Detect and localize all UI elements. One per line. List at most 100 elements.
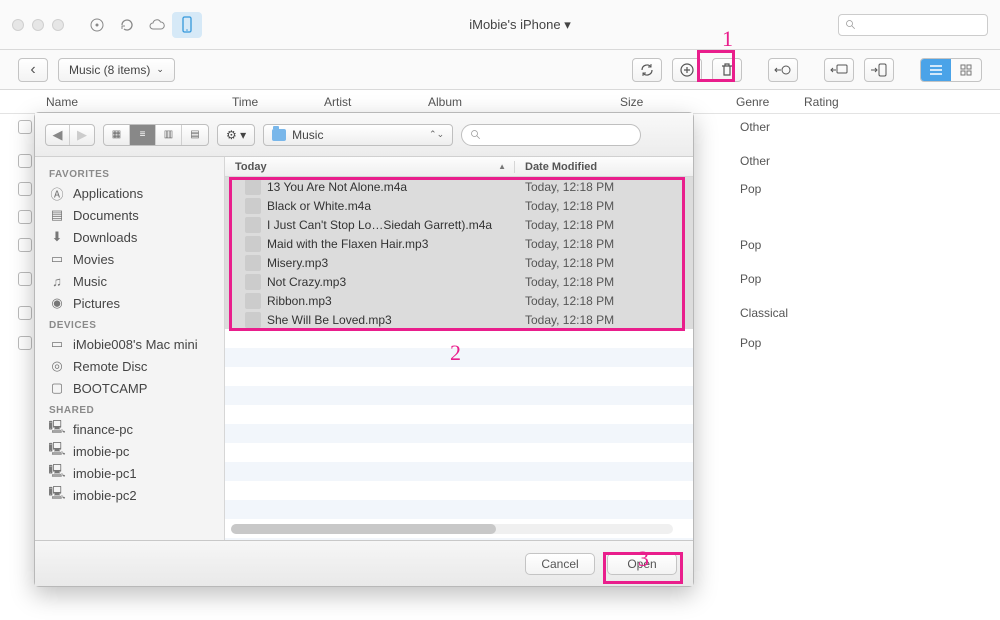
file-name: Ribbon.mp3: [267, 294, 515, 308]
picker-list-view[interactable]: ≡: [130, 125, 156, 145]
col-rating[interactable]: Rating: [804, 95, 1000, 109]
sidebar-item[interactable]: ▭iMobie008's Mac mini: [35, 333, 224, 355]
empty-row: [225, 424, 693, 443]
row-checkbox[interactable]: [18, 154, 32, 168]
list-view-button[interactable]: [921, 59, 951, 81]
file-row[interactable]: Misery.mp3Today, 12:18 PM: [225, 253, 693, 272]
device-title[interactable]: iMobie's iPhone ▾: [202, 17, 838, 33]
sidebar-item-label: Downloads: [73, 230, 137, 245]
file-row[interactable]: She Will Be Loved.mp3Today, 12:18 PM: [225, 310, 693, 329]
add-button[interactable]: [672, 58, 702, 82]
mus-icon: ♫: [49, 273, 65, 289]
music-tab-icon[interactable]: [82, 12, 112, 38]
view-segment: [920, 58, 982, 82]
sidebar-item[interactable]: ◎Remote Disc: [35, 355, 224, 377]
delete-button[interactable]: [712, 58, 742, 82]
annotation-1: 1: [722, 26, 733, 52]
file-date: Today, 12:18 PM: [515, 180, 693, 194]
picker-icon-view[interactable]: ▦: [104, 125, 130, 145]
sidebar-item[interactable]: ♫ Music: [35, 270, 224, 292]
col-album[interactable]: Album: [428, 95, 620, 109]
col-size[interactable]: Size: [620, 95, 736, 109]
sidebar-item-label: imobie-pc1: [73, 466, 137, 481]
row-checkbox[interactable]: [18, 272, 32, 286]
col-artist[interactable]: Artist: [324, 95, 428, 109]
device-tab-icon[interactable]: [172, 12, 202, 38]
sync-button[interactable]: [632, 58, 662, 82]
horizontal-scrollbar[interactable]: [231, 524, 673, 534]
sidebar-item-label: BOOTCAMP: [73, 381, 147, 396]
col-name[interactable]: Name: [46, 95, 232, 109]
file-date: Today, 12:18 PM: [515, 237, 693, 251]
file-row[interactable]: I Just Can't Stop Lo…Siedah Garrett).m4a…: [225, 215, 693, 234]
picker-gear-menu[interactable]: ⚙︎ ▾: [217, 124, 255, 146]
file-icon: [245, 236, 261, 252]
file-name: Misery.mp3: [267, 256, 515, 270]
sidebar-item-label: Remote Disc: [73, 359, 147, 374]
mac-icon: ▭: [49, 336, 65, 352]
search-icon: [845, 19, 857, 31]
empty-row: [225, 367, 693, 386]
row-checkbox[interactable]: [18, 238, 32, 252]
picker-back-button[interactable]: ◀: [46, 125, 70, 145]
row-checkbox[interactable]: [18, 182, 32, 196]
cancel-button[interactable]: Cancel: [525, 553, 595, 575]
col-genre[interactable]: Genre: [736, 95, 804, 109]
picker-col-modified[interactable]: Date Modified: [515, 161, 693, 173]
col-time[interactable]: Time: [232, 95, 324, 109]
picker-col-today[interactable]: Today ▲: [225, 161, 515, 173]
sidebar-item[interactable]: ▤Documents: [35, 204, 224, 226]
file-row[interactable]: Black or White.m4aToday, 12:18 PM: [225, 196, 693, 215]
picker-column-view[interactable]: ▥: [156, 125, 182, 145]
picker-footer: Cancel Open: [35, 540, 693, 586]
grid-view-button[interactable]: [951, 59, 981, 81]
sidebar-item[interactable]: 🖳imobie-pc1: [35, 462, 224, 484]
sidebar-item[interactable]: 🖳finance-pc: [35, 418, 224, 440]
sidebar-item[interactable]: ▭Movies: [35, 248, 224, 270]
refresh-tab-icon[interactable]: [112, 12, 142, 38]
to-itunes-button[interactable]: [768, 58, 798, 82]
sidebar-item[interactable]: ▢BOOTCAMP: [35, 377, 224, 399]
scrollbar-thumb[interactable]: [231, 524, 496, 534]
picker-nav-buttons: ◀ ▶: [45, 124, 95, 146]
sidebar-item[interactable]: 🖳imobie-pc2: [35, 484, 224, 506]
pc-icon: 🖳: [49, 443, 65, 459]
row-checkbox[interactable]: [18, 336, 32, 350]
cloud-tab-icon[interactable]: [142, 12, 172, 38]
picker-folder-select[interactable]: Music ⌃⌄: [263, 124, 453, 146]
picker-search-input[interactable]: [461, 124, 641, 146]
sidebar-item-label: finance-pc: [73, 422, 133, 437]
file-date: Today, 12:18 PM: [515, 199, 693, 213]
file-icon: [245, 312, 261, 328]
file-row[interactable]: 13 You Are Not Alone.m4aToday, 12:18 PM: [225, 177, 693, 196]
sidebar-item[interactable]: ◉Pictures: [35, 292, 224, 314]
sidebar-item[interactable]: ⒶApplications: [35, 182, 224, 204]
picker-folder-label: Music: [292, 128, 423, 142]
picker-forward-button[interactable]: ▶: [70, 125, 94, 145]
sidebar-header: FAVORITES: [35, 163, 224, 182]
row-checkbox[interactable]: [18, 210, 32, 224]
picker-col-header: Today ▲ Date Modified: [225, 157, 693, 177]
file-icon: [245, 179, 261, 195]
file-row[interactable]: Not Crazy.mp3Today, 12:18 PM: [225, 272, 693, 291]
to-mac-button[interactable]: [824, 58, 854, 82]
minimize-dot[interactable]: [32, 19, 44, 31]
file-row[interactable]: Maid with the Flaxen Hair.mp3Today, 12:1…: [225, 234, 693, 253]
file-row[interactable]: Ribbon.mp3Today, 12:18 PM: [225, 291, 693, 310]
to-device-button[interactable]: [864, 58, 894, 82]
sidebar-item[interactable]: ⬇Downloads: [35, 226, 224, 248]
row-genre: Other: [740, 154, 770, 168]
close-dot[interactable]: [12, 19, 24, 31]
sidebar-item[interactable]: 🖳imobie-pc: [35, 440, 224, 462]
picker-coverflow-view[interactable]: ▤: [182, 125, 208, 145]
pic-icon: ◉: [49, 295, 65, 311]
back-button[interactable]: ‹: [18, 58, 48, 82]
row-checkbox[interactable]: [18, 306, 32, 320]
sidebar-item-label: Music: [73, 274, 107, 289]
zoom-dot[interactable]: [52, 19, 64, 31]
row-genre: Pop: [740, 182, 761, 196]
chevron-updown-icon: ⌃⌄: [429, 129, 444, 140]
search-input[interactable]: [838, 14, 988, 36]
row-checkbox[interactable]: [18, 120, 32, 134]
breadcrumb-select[interactable]: Music (8 items) ⌄: [58, 58, 175, 82]
